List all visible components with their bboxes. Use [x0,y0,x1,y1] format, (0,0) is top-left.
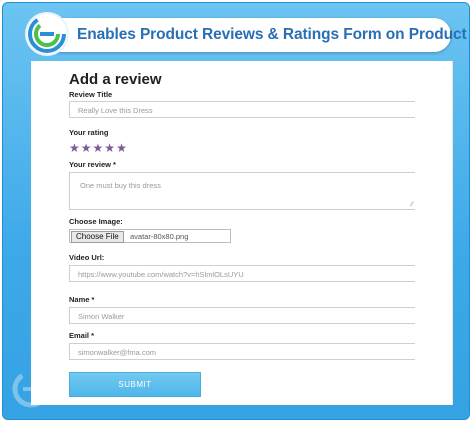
rating-stars[interactable]: ★★★★★ [69,139,128,154]
form-heading: Add a review [69,71,162,88]
file-input[interactable]: Choose File avatar-80x80.png [69,229,231,243]
email-label: Email * [69,331,95,340]
review-textarea[interactable]: One must buy this dress ⁄⁄ [69,172,415,210]
review-placeholder: One must buy this dress [80,181,161,190]
video-url-input[interactable]: https://www.youtube.com/watch?v=hSlmlOLs… [69,265,415,282]
star-icon[interactable]: ★ [81,141,92,155]
file-name: avatar-80x80.png [130,232,189,241]
resize-handle-icon[interactable]: ⁄⁄ [411,202,413,208]
name-label: Name * [69,295,95,304]
star-icon[interactable]: ★ [93,141,104,155]
choose-file-button[interactable]: Choose File [71,231,124,243]
title-banner: Enables Product Reviews & Ratings Form o… [33,18,469,52]
review-label: Your review * [69,160,116,169]
name-input[interactable]: Simon Walker [69,307,415,324]
email-input[interactable]: simonwalker@fma.com [69,343,415,360]
review-title-input[interactable]: Really Love this Dress [69,101,415,118]
brand-watermark-icon [11,369,51,409]
review-title-label: Review Title [69,90,113,99]
review-form-card: · Add a review Review Title Really Love … [31,61,453,405]
submit-button[interactable]: SUBMIT [69,372,201,397]
rating-label: Your rating [69,128,109,137]
brand-logo-icon [27,14,67,54]
star-icon[interactable]: ★ [116,141,127,155]
star-icon[interactable]: ★ [69,141,80,155]
promo-frame: Enables Product Reviews & Ratings Form o… [2,2,470,420]
banner-title: Enables Product Reviews & Ratings Form o… [77,26,469,43]
star-icon[interactable]: ★ [104,141,115,155]
video-url-label: Video Url: [69,253,105,262]
card-corner-mark: · [444,65,446,71]
choose-image-label: Choose Image: [69,217,123,226]
